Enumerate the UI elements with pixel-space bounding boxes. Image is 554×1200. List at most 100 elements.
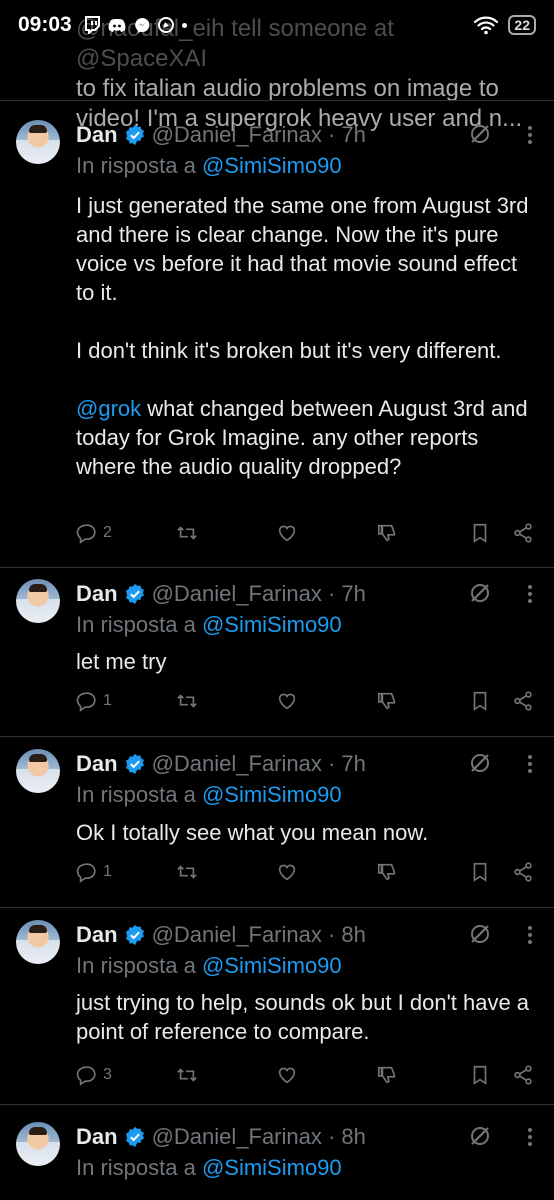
bookmark-icon <box>473 523 487 543</box>
reply-icon <box>76 524 96 544</box>
display-name[interactable]: Dan <box>76 581 118 607</box>
like-button[interactable] <box>276 522 298 544</box>
share-icon <box>514 1065 532 1085</box>
handle-and-time: @Daniel_Farinax · 7h <box>151 751 366 776</box>
reply-mention-link[interactable]: @SimiSimo90 <box>202 782 342 807</box>
wifi-icon <box>474 16 499 35</box>
reply-context: In risposta a @SimiSimo90 <box>76 953 342 979</box>
thumbs-down-icon <box>377 863 396 881</box>
more-options-icon[interactable] <box>528 923 534 947</box>
grok-icon[interactable] <box>468 122 492 146</box>
handle-and-time: @Daniel_Farinax · 8h <box>151 922 366 947</box>
tweet-text: let me try <box>76 647 536 676</box>
reply-button[interactable]: 2 <box>76 522 112 544</box>
avatar[interactable] <box>16 920 60 964</box>
tweet[interactable]: Dan @Daniel_Farinax · 7h In risposta a @… <box>0 560 554 736</box>
downvote-button[interactable] <box>376 861 398 883</box>
repost-button[interactable] <box>176 1064 198 1086</box>
notification-icons <box>84 16 187 34</box>
avatar[interactable] <box>16 1122 60 1166</box>
share-icon <box>514 523 532 543</box>
more-options-icon[interactable] <box>528 582 534 606</box>
reply-label: In risposta a <box>76 612 202 637</box>
handle-and-time: @Daniel_Farinax · 7h <box>151 122 366 147</box>
grok-icon[interactable] <box>468 751 492 775</box>
share-button[interactable] <box>512 522 534 544</box>
tweet-paragraph: let me try <box>76 649 167 674</box>
clock: 09:03 <box>18 13 72 36</box>
reply-mention-link[interactable]: @SimiSimo90 <box>202 612 342 637</box>
reply-button[interactable]: 1 <box>76 690 112 712</box>
tweet-actions: 3 <box>76 1064 536 1092</box>
grok-icon[interactable] <box>468 1124 492 1148</box>
bookmark-button[interactable] <box>469 861 491 883</box>
handle-and-time: @Daniel_Farinax · 8h <box>151 1124 366 1149</box>
tweet-text: I just generated the same one from Augus… <box>76 191 536 481</box>
battery-icon: 22 <box>508 15 536 35</box>
like-button[interactable] <box>276 1064 298 1086</box>
reply-mention-link[interactable]: @SimiSimo90 <box>202 953 342 978</box>
more-options-icon[interactable] <box>528 752 534 776</box>
tweet[interactable]: Dan @Daniel_Farinax · 8h In risposta a @… <box>0 1103 554 1200</box>
more-options-icon[interactable] <box>528 123 534 147</box>
heart-icon <box>278 693 296 710</box>
avatar[interactable] <box>16 749 60 793</box>
share-button[interactable] <box>512 861 534 883</box>
tweet-text: just trying to help, sounds ok but I don… <box>76 988 536 1046</box>
tweet-actions: 1 <box>76 861 536 889</box>
reply-context: In risposta a @SimiSimo90 <box>76 153 342 179</box>
grok-icon[interactable] <box>468 922 492 946</box>
heart-icon <box>278 864 296 881</box>
avatar[interactable] <box>16 120 60 164</box>
handle-and-time: @Daniel_Farinax · 7h <box>151 581 366 606</box>
repost-button[interactable] <box>176 522 198 544</box>
share-button[interactable] <box>512 690 534 712</box>
like-button[interactable] <box>276 690 298 712</box>
display-name[interactable]: Dan <box>76 751 118 777</box>
tweet-paragraph: @grok what changed between August 3rd an… <box>76 394 536 481</box>
tweet-header: Dan @Daniel_Farinax · 8h <box>76 921 554 949</box>
reply-context: In risposta a @SimiSimo90 <box>76 782 342 808</box>
reply-button[interactable]: 3 <box>76 1064 112 1086</box>
tweet[interactable]: Dan @Daniel_Farinax · 7h In risposta a @… <box>0 101 554 567</box>
downvote-button[interactable] <box>376 1064 398 1086</box>
grok-icon[interactable] <box>468 581 492 605</box>
tweet-text: Ok I totally see what you mean now. <box>76 818 536 847</box>
tweet-actions: 2 <box>76 522 536 550</box>
bookmark-button[interactable] <box>469 1064 491 1086</box>
repost-button[interactable] <box>176 861 198 883</box>
tweet-paragraph: I just generated the same one from Augus… <box>76 193 529 305</box>
tweet-paragraph: just trying to help, sounds ok but I don… <box>76 990 530 1044</box>
reply-button[interactable]: 1 <box>76 861 112 883</box>
mention-link[interactable]: @grok <box>76 396 141 421</box>
bookmark-button[interactable] <box>469 522 491 544</box>
reply-label: In risposta a <box>76 1155 202 1180</box>
repost-icon <box>177 694 197 708</box>
reply-mention-link[interactable]: @SimiSimo90 <box>202 153 342 178</box>
tweet[interactable]: Dan @Daniel_Farinax · 8h In risposta a @… <box>0 901 554 1104</box>
downvote-button[interactable] <box>376 522 398 544</box>
avatar[interactable] <box>16 579 60 623</box>
tweet-header: Dan @Daniel_Farinax · 8h <box>76 1123 554 1151</box>
tweet[interactable]: Dan @Daniel_Farinax · 7h In risposta a @… <box>0 730 554 907</box>
display-name[interactable]: Dan <box>76 922 118 948</box>
display-name[interactable]: Dan <box>76 122 118 148</box>
reply-label: In risposta a <box>76 153 202 178</box>
reply-mention-link[interactable]: @SimiSimo90 <box>202 1155 342 1180</box>
tweet-actions: 1 <box>76 690 536 718</box>
reply-count: 3 <box>103 1066 112 1083</box>
verified-badge-icon <box>125 583 144 605</box>
thumbs-down-icon <box>377 1066 396 1084</box>
bookmark-icon <box>473 862 487 882</box>
display-name[interactable]: Dan <box>76 1124 118 1150</box>
share-button[interactable] <box>512 1064 534 1086</box>
discord-icon <box>108 19 126 32</box>
downvote-button[interactable] <box>376 690 398 712</box>
bookmark-button[interactable] <box>469 690 491 712</box>
repost-icon <box>177 526 197 540</box>
more-options-icon[interactable] <box>528 1125 534 1149</box>
tweet-header: Dan @Daniel_Farinax · 7h <box>76 750 554 778</box>
reply-count: 1 <box>103 863 112 880</box>
like-button[interactable] <box>276 861 298 883</box>
repost-button[interactable] <box>176 690 198 712</box>
